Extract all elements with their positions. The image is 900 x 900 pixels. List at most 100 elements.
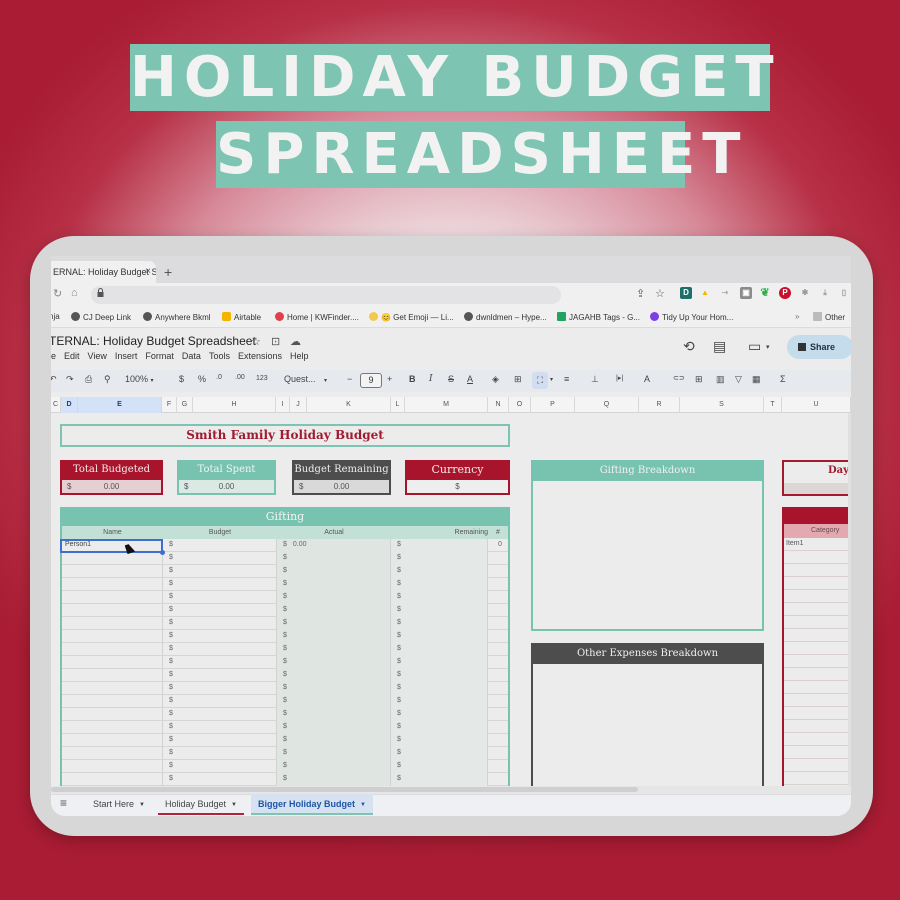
- count-cell[interactable]: [488, 747, 508, 760]
- share-page-icon[interactable]: ⇪: [636, 287, 645, 300]
- budget-cell[interactable]: $: [163, 630, 277, 643]
- count-cell[interactable]: [488, 773, 508, 786]
- other-expense-row[interactable]: [784, 720, 851, 733]
- horizontal-align-icon[interactable]: ≡: [564, 374, 569, 384]
- merge-dropdown-icon[interactable]: ▾: [550, 376, 553, 383]
- percent-format-button[interactable]: %: [198, 374, 206, 384]
- menu-edit[interactable]: Edit: [64, 351, 80, 361]
- name-cell[interactable]: [62, 630, 163, 643]
- count-cell[interactable]: [488, 682, 508, 695]
- paint-format-icon[interactable]: ⚲: [104, 374, 111, 385]
- column-header-r[interactable]: R: [639, 397, 680, 413]
- all-sheets-menu-icon[interactable]: ≡: [60, 796, 67, 810]
- budget-cell[interactable]: $: [163, 773, 277, 786]
- column-header-g[interactable]: G: [177, 397, 193, 413]
- count-cell[interactable]: [488, 578, 508, 591]
- count-cell[interactable]: [488, 656, 508, 669]
- text-rotation-icon[interactable]: A: [644, 374, 650, 384]
- menu-file[interactable]: e: [51, 351, 56, 361]
- other-expense-row[interactable]: [784, 603, 851, 616]
- extension-box-icon[interactable]: ▣: [740, 287, 752, 299]
- count-cell[interactable]: [488, 591, 508, 604]
- actual-cell[interactable]: $: [277, 643, 391, 656]
- filter-views-icon[interactable]: ▦: [752, 374, 761, 385]
- count-cell[interactable]: [488, 695, 508, 708]
- extension-d-icon[interactable]: D: [680, 287, 692, 299]
- move-folder-icon[interactable]: ⊡: [271, 335, 280, 348]
- actual-cell[interactable]: $: [277, 578, 391, 591]
- budget-cell[interactable]: $: [163, 747, 277, 760]
- menu-help[interactable]: Help: [290, 351, 309, 361]
- count-cell[interactable]: [488, 708, 508, 721]
- name-cell[interactable]: [62, 669, 163, 682]
- other-expense-row[interactable]: [784, 655, 851, 668]
- cloud-status-icon[interactable]: ☁: [290, 335, 301, 348]
- budget-cell[interactable]: $: [163, 682, 277, 695]
- redo-icon[interactable]: ↷: [66, 374, 74, 385]
- other-expense-row[interactable]: [784, 681, 851, 694]
- borders-icon[interactable]: ⊞: [514, 374, 522, 385]
- budget-cell[interactable]: $: [163, 695, 277, 708]
- print-icon[interactable]: ⎙: [85, 374, 92, 385]
- remaining-cell[interactable]: $: [391, 669, 488, 682]
- remaining-cell[interactable]: $: [391, 539, 488, 552]
- budget-cell[interactable]: $: [163, 591, 277, 604]
- name-cell[interactable]: [62, 708, 163, 721]
- budget-cell[interactable]: $: [163, 734, 277, 747]
- text-color-button[interactable]: A: [467, 374, 473, 384]
- download-icon[interactable]: ⤓: [819, 287, 831, 299]
- increase-decimal-button[interactable]: .00: [235, 374, 245, 381]
- actual-cell[interactable]: $: [277, 708, 391, 721]
- zoom-select[interactable]: 100% ▾: [125, 374, 154, 384]
- bookmark-item[interactable]: CJ Deep Link: [71, 312, 131, 322]
- budget-cell[interactable]: $: [163, 552, 277, 565]
- count-cell[interactable]: [488, 565, 508, 578]
- name-cell[interactable]: [62, 604, 163, 617]
- new-tab-icon[interactable]: +: [164, 261, 172, 283]
- bookmark-item[interactable]: Tidy Up Your Hom...: [650, 312, 733, 322]
- other-bookmarks[interactable]: Other: [813, 312, 845, 322]
- address-bar[interactable]: [91, 286, 561, 304]
- actual-cell[interactable]: $: [277, 721, 391, 734]
- menu-view[interactable]: View: [88, 351, 107, 361]
- fill-handle[interactable]: [160, 550, 165, 555]
- actual-cell[interactable]: $: [277, 565, 391, 578]
- other-expense-row[interactable]: [784, 551, 851, 564]
- menu-insert[interactable]: Insert: [115, 351, 138, 361]
- count-cell[interactable]: [488, 721, 508, 734]
- selected-cell[interactable]: [60, 539, 163, 553]
- remaining-cell[interactable]: $: [391, 721, 488, 734]
- bookmark-star-icon[interactable]: ☆: [655, 287, 665, 300]
- bookmark-item[interactable]: Anywhere Bkml: [143, 312, 211, 322]
- filter-icon[interactable]: ▽: [735, 374, 742, 385]
- remaining-cell[interactable]: $: [391, 604, 488, 617]
- other-expense-row[interactable]: [784, 772, 851, 785]
- column-header-f[interactable]: F: [162, 397, 177, 413]
- merge-cells-icon[interactable]: ⛶: [532, 372, 548, 389]
- bookmark-item[interactable]: JAGAHB Tags - G...: [557, 312, 640, 322]
- menu-data[interactable]: Data: [182, 351, 201, 361]
- count-cell[interactable]: [488, 552, 508, 565]
- home-icon[interactable]: ⌂: [71, 287, 78, 299]
- other-expense-row[interactable]: [784, 759, 851, 772]
- sheet-tab-start-here[interactable]: Start Here ▼: [86, 794, 152, 815]
- name-cell[interactable]: [62, 721, 163, 734]
- other-expense-row[interactable]: [784, 616, 851, 629]
- other-expense-row[interactable]: [784, 733, 851, 746]
- actual-cell[interactable]: $: [277, 617, 391, 630]
- column-header-n[interactable]: N: [488, 397, 509, 413]
- undo-icon[interactable]: ↶: [51, 374, 57, 385]
- name-cell[interactable]: [62, 747, 163, 760]
- horizontal-scrollbar-thumb[interactable]: [51, 787, 638, 792]
- actual-cell[interactable]: $: [277, 630, 391, 643]
- column-header-j[interactable]: J: [290, 397, 307, 413]
- vertical-scrollbar[interactable]: [848, 413, 851, 786]
- column-header-q[interactable]: Q: [575, 397, 639, 413]
- other-expense-row[interactable]: [784, 564, 851, 577]
- actual-cell[interactable]: $: [277, 591, 391, 604]
- evernote-icon[interactable]: ❦: [759, 287, 771, 299]
- bookmark-item[interactable]: dwnldmen – Hype...: [464, 312, 547, 322]
- budget-cell[interactable]: $: [163, 669, 277, 682]
- font-size-input[interactable]: 9: [360, 373, 382, 388]
- star-icon[interactable]: ☆: [251, 335, 261, 348]
